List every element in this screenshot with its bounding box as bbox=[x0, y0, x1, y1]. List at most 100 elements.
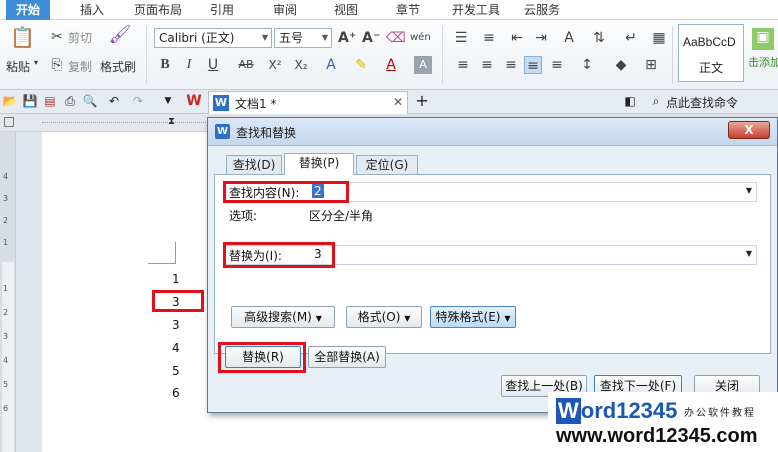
format-button[interactable]: 格式(O) ▼ bbox=[346, 306, 422, 328]
format-label: 格式(O) bbox=[357, 310, 401, 324]
quick-access-bar: 📂 💾 ▤ ⎙ 🔍 ↶ ↷ ▼ W W 文档1 * ✕ + ◧ ⌕ 点此查找命令 bbox=[0, 90, 778, 114]
dialog-close-button[interactable]: X bbox=[728, 121, 770, 139]
save-icon[interactable]: 💾 bbox=[22, 93, 38, 109]
tab-find[interactable]: 查找(D) bbox=[226, 155, 282, 175]
cut-button[interactable]: 剪切 bbox=[68, 29, 92, 46]
style-name-label: 正文 bbox=[699, 61, 724, 75]
bullets-icon[interactable]: ☰ bbox=[452, 29, 470, 47]
open-folder-icon[interactable]: 📂 bbox=[2, 93, 18, 109]
replace-all-button[interactable]: 全部替换(A) bbox=[308, 346, 386, 368]
pinyin-icon[interactable]: wén bbox=[410, 29, 431, 47]
command-search[interactable]: 点此查找命令 bbox=[666, 94, 738, 111]
show-marks-icon[interactable]: ↵ bbox=[622, 29, 640, 47]
dialog-titlebar[interactable]: W 查找和替换 X bbox=[208, 118, 777, 146]
ribbon: 📋 粘贴 ▾ ✂ 剪切 ⎘ 复制 🖌 格式刷 Calibri (正文) ▼ 五号… bbox=[0, 20, 778, 90]
borders-icon[interactable]: ⊞ bbox=[642, 56, 660, 74]
indent-marker-icon[interactable]: ⧗ bbox=[168, 116, 175, 127]
options-value: 区分全/半角 bbox=[309, 209, 374, 223]
print-preview-icon[interactable]: 🔍 bbox=[82, 93, 98, 109]
chinese-layout-icon[interactable]: A bbox=[560, 29, 578, 47]
sort-icon[interactable]: ⇅ bbox=[590, 29, 608, 47]
menu-tab-view[interactable]: 视图 bbox=[326, 0, 366, 20]
paste-button[interactable]: 粘贴 bbox=[6, 58, 30, 75]
side-add-label[interactable]: 击添加 bbox=[748, 54, 778, 70]
font-size-select[interactable]: 五号 ▼ bbox=[274, 28, 332, 48]
align-center-icon[interactable]: ≡ bbox=[478, 56, 496, 74]
special-format-button[interactable]: 特殊格式(E) ▼ bbox=[430, 306, 516, 328]
highlight-icon[interactable]: ✎ bbox=[352, 56, 370, 74]
menu-tab-references[interactable]: 引用 bbox=[202, 0, 242, 20]
superscript-icon[interactable]: X² bbox=[266, 56, 284, 74]
increase-indent-icon[interactable]: ⇥ bbox=[532, 29, 550, 47]
style-preview-text: AaBbCcD bbox=[683, 35, 736, 49]
menu-tab-section[interactable]: 章节 bbox=[388, 0, 428, 20]
strikethrough-icon[interactable]: AB bbox=[234, 56, 258, 74]
paste-icon[interactable]: 📋 bbox=[10, 27, 35, 52]
line-spacing-icon[interactable]: ↕ bbox=[578, 56, 596, 74]
clear-format-icon[interactable]: ⌫ bbox=[386, 29, 406, 47]
menu-tab-cloud[interactable]: 云服务 bbox=[516, 0, 568, 20]
paste-dropdown-icon[interactable]: ▾ bbox=[34, 58, 38, 67]
align-right-icon[interactable]: ≡ bbox=[502, 56, 520, 74]
menu-tab-developer[interactable]: 开发工具 bbox=[444, 0, 508, 20]
undo-icon[interactable]: ↶ bbox=[106, 93, 122, 109]
chevron-down-icon: ▼ bbox=[315, 314, 322, 323]
redo-icon[interactable]: ↷ bbox=[130, 93, 146, 109]
watermark-logo-rest: ord12345 bbox=[580, 398, 678, 423]
print-icon[interactable]: ⎙ bbox=[62, 93, 78, 109]
image-icon: ▣ bbox=[752, 28, 774, 50]
customize-dropdown-icon[interactable]: ▼ bbox=[160, 93, 176, 109]
scissors-icon: ✂ bbox=[51, 29, 63, 45]
tab-goto[interactable]: 定位(G) bbox=[356, 155, 418, 175]
style-normal-card[interactable]: AaBbCcD 正文 bbox=[678, 24, 744, 82]
ruler-number: 5 bbox=[3, 380, 9, 389]
paragraph-shading-icon[interactable]: ◆ bbox=[612, 56, 630, 74]
chevron-down-icon[interactable]: ▼ bbox=[746, 249, 752, 258]
document-tab[interactable]: W 文档1 * ✕ bbox=[208, 91, 408, 114]
justify-icon[interactable]: ≡ bbox=[524, 56, 542, 74]
export-pdf-icon[interactable]: ▤ bbox=[42, 93, 58, 109]
shrink-font-icon[interactable]: A⁻ bbox=[362, 29, 380, 47]
copy-button[interactable]: 复制 bbox=[68, 58, 92, 75]
distribute-icon[interactable]: ≡ bbox=[548, 56, 566, 74]
highlight-box-find bbox=[223, 181, 349, 203]
char-shading-icon[interactable]: A bbox=[414, 56, 432, 74]
bold-icon[interactable]: B bbox=[156, 56, 174, 74]
new-tab-icon[interactable]: + bbox=[414, 93, 430, 109]
close-tab-icon[interactable]: ✕ bbox=[393, 95, 403, 109]
help-icon[interactable]: ◧ bbox=[622, 93, 638, 109]
advanced-search-button[interactable]: 高级搜索(M) ▼ bbox=[231, 306, 335, 328]
document-line: 5 bbox=[172, 364, 180, 378]
ruler-ticks bbox=[42, 122, 208, 123]
menu-tab-home[interactable]: 开始 bbox=[6, 0, 50, 20]
font-color-icon[interactable]: A bbox=[382, 56, 400, 74]
menu-tab-review[interactable]: 审阅 bbox=[265, 0, 305, 20]
italic-icon[interactable]: I bbox=[180, 56, 198, 74]
align-left-icon[interactable]: ≡ bbox=[454, 56, 472, 74]
chevron-down-icon: ▼ bbox=[261, 33, 268, 42]
font-name-value: Calibri (正文) bbox=[159, 31, 235, 45]
subscript-icon[interactable]: X₂ bbox=[292, 56, 310, 74]
watermark-logo-w: W bbox=[556, 398, 581, 424]
font-name-select[interactable]: Calibri (正文) ▼ bbox=[154, 28, 272, 48]
text-effect-icon[interactable]: A bbox=[322, 56, 340, 74]
ruler-number: 2 bbox=[3, 308, 9, 317]
highlight-box-replace-button bbox=[218, 342, 306, 373]
underline-icon[interactable]: U bbox=[204, 56, 222, 74]
menu-tab-page-layout[interactable]: 页面布局 bbox=[128, 0, 188, 20]
document-line: 4 bbox=[172, 341, 180, 355]
table-icon[interactable]: ▦ bbox=[650, 29, 668, 47]
menu-tab-insert[interactable]: 插入 bbox=[72, 0, 112, 20]
format-painter-button[interactable]: 格式刷 bbox=[100, 58, 136, 75]
numbering-icon[interactable]: ≡ bbox=[480, 29, 498, 47]
ruler-number: 6 bbox=[3, 404, 9, 413]
site-watermark: Word12345 办公软件教程 www.word12345.com bbox=[548, 392, 778, 452]
tab-replace[interactable]: 替换(P) bbox=[284, 153, 354, 175]
copy-icon: ⎘ bbox=[51, 57, 63, 73]
chevron-down-icon[interactable]: ▼ bbox=[746, 186, 752, 195]
wps-logo-icon: W bbox=[186, 93, 202, 109]
tab-selector-icon[interactable] bbox=[4, 117, 14, 127]
grow-font-icon[interactable]: A⁺ bbox=[338, 29, 356, 47]
margin-corner-mark bbox=[148, 242, 176, 264]
decrease-indent-icon[interactable]: ⇤ bbox=[508, 29, 526, 47]
